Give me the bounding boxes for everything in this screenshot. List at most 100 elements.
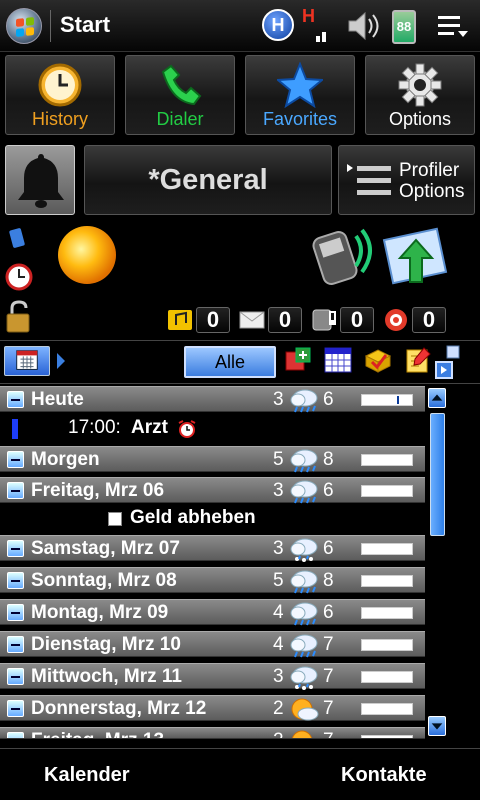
rain-cloud-icon [288, 478, 320, 506]
temp-low: 5 [273, 570, 284, 591]
day-name: Samstag, Mrz 07 [31, 538, 180, 559]
day-row[interactable]: Sonntag, Mrz 08 5 8 [0, 567, 425, 594]
signal-icon[interactable]: H [302, 6, 328, 46]
clock-icon [38, 63, 82, 107]
day-row[interactable]: Morgen 5 8 [0, 446, 425, 475]
collapse-toggle[interactable] [7, 668, 24, 685]
arrow-up-icon [431, 394, 443, 401]
day-row[interactable]: Donnerstag, Mrz 12 2 7 [0, 695, 425, 721]
alarm-clock-icon [178, 420, 196, 438]
sun-weather-icon[interactable] [52, 220, 122, 290]
sun-cloud-icon [288, 728, 320, 738]
snow-cloud-icon [288, 536, 320, 564]
temp-high: 6 [323, 480, 334, 501]
day-row[interactable]: Mittwoch, Mrz 11 3 7 [0, 663, 425, 690]
unlock-icon[interactable] [4, 300, 34, 334]
add-note-icon[interactable] [402, 344, 434, 376]
divider [0, 748, 480, 749]
task-row[interactable]: Geld abheben [0, 504, 425, 534]
day-load-bar [361, 543, 413, 555]
day-row[interactable]: Freitag, Mrz 06 3 6 [0, 477, 425, 506]
day-name: Dienstag, Mrz 10 [31, 634, 181, 655]
battery-icon[interactable]: 88 [392, 10, 416, 44]
alarm-icon[interactable] [4, 262, 34, 292]
scroll-down-button[interactable] [428, 716, 446, 736]
profile-bell-button[interactable] [5, 145, 75, 215]
divider [0, 383, 480, 384]
temp-high: 6 [323, 389, 334, 410]
speaker-icon[interactable] [346, 10, 380, 42]
favorites-tile[interactable]: Favorites [245, 55, 355, 135]
profiler-options-label-1: Profiler [399, 160, 460, 181]
collapse-toggle[interactable] [7, 700, 24, 717]
softkey-right[interactable]: Kontakte [341, 764, 427, 787]
options-tile[interactable]: Options [365, 55, 475, 135]
day-row[interactable]: Samstag, Mrz 07 3 6 [0, 535, 425, 564]
scroll-up-button[interactable] [428, 388, 446, 408]
filter-all-button[interactable]: Alle [184, 346, 276, 378]
day-row[interactable]: Dienstag, Mrz 10 4 7 [0, 631, 425, 658]
collapse-toggle[interactable] [7, 540, 24, 557]
collapse-toggle[interactable] [7, 451, 24, 468]
profiler-options-button[interactable]: Profiler Options [338, 145, 475, 215]
profile-name-button[interactable]: *General [84, 145, 332, 215]
softkey-left[interactable]: Kalender [44, 764, 130, 787]
message-counter[interactable]: 0 [310, 307, 374, 333]
temp-low: 3 [273, 666, 284, 687]
music-count: 0 [196, 307, 230, 333]
music-counter[interactable]: 0 [166, 307, 230, 333]
list-menu-icon [347, 164, 391, 195]
day-row[interactable]: Freitag, Mrz 13 2 7 [0, 727, 425, 739]
rain-cloud-icon [288, 600, 320, 628]
collapse-toggle[interactable] [7, 482, 24, 499]
calendar-grid-icon[interactable] [322, 344, 354, 376]
divider [0, 340, 480, 341]
collapse-toggle[interactable] [7, 572, 24, 589]
collapse-toggle[interactable] [7, 604, 24, 621]
windows-start-icon[interactable] [6, 8, 42, 44]
view-arrow-icon[interactable] [55, 351, 67, 371]
day-load-bar [361, 703, 413, 715]
collapse-toggle[interactable] [7, 732, 24, 738]
expand-toolbar-icon[interactable] [434, 344, 462, 380]
appointment-row[interactable]: 17:00: Arzt [0, 414, 425, 444]
rain-cloud-icon [288, 447, 320, 475]
scrollbar-thumb[interactable] [430, 413, 445, 536]
page-title[interactable]: Start [60, 12, 110, 38]
history-label: History [31, 109, 88, 129]
collapse-toggle[interactable] [7, 636, 24, 653]
day-load-bar [361, 394, 413, 406]
volume-counter[interactable]: 0 [382, 307, 446, 333]
favorites-label: Favorites [262, 109, 338, 129]
title-bar: Start H H 88 [0, 0, 480, 52]
day-name: Heute [31, 389, 84, 410]
day-name: Freitag, Mrz 13 [31, 730, 164, 738]
dialer-tile[interactable]: Dialer [125, 55, 235, 135]
bell-icon [18, 154, 64, 208]
add-task-icon[interactable] [362, 344, 394, 376]
music-note-icon [168, 310, 192, 330]
speaker-volume-icon [385, 309, 407, 331]
appointment-time: 17:00: [68, 417, 121, 438]
menu-icon[interactable] [436, 14, 470, 40]
dialer-label: Dialer [156, 109, 204, 129]
add-appointment-icon[interactable] [282, 344, 314, 376]
sync-device-icon[interactable] [7, 227, 27, 251]
temp-high: 6 [323, 538, 334, 559]
temp-high: 8 [323, 449, 334, 470]
collapse-toggle[interactable] [7, 391, 24, 408]
task-title: Geld abheben [130, 507, 256, 528]
day-row[interactable]: Heute 3 6 [0, 386, 425, 413]
message-alert-icon [312, 309, 336, 331]
calendar-view-button[interactable] [4, 346, 50, 376]
temp-high: 7 [323, 666, 334, 687]
current-time-mark [396, 396, 399, 404]
mail-sync-icon[interactable] [380, 222, 450, 292]
history-tile[interactable]: History [5, 55, 115, 135]
task-checkbox[interactable] [108, 512, 122, 526]
phone-sync-icon[interactable] [310, 222, 380, 292]
day-load-bar [361, 454, 413, 466]
email-counter[interactable]: 0 [238, 307, 302, 333]
h-status-icon[interactable]: H [262, 9, 294, 41]
day-row[interactable]: Montag, Mrz 09 4 6 [0, 599, 425, 628]
